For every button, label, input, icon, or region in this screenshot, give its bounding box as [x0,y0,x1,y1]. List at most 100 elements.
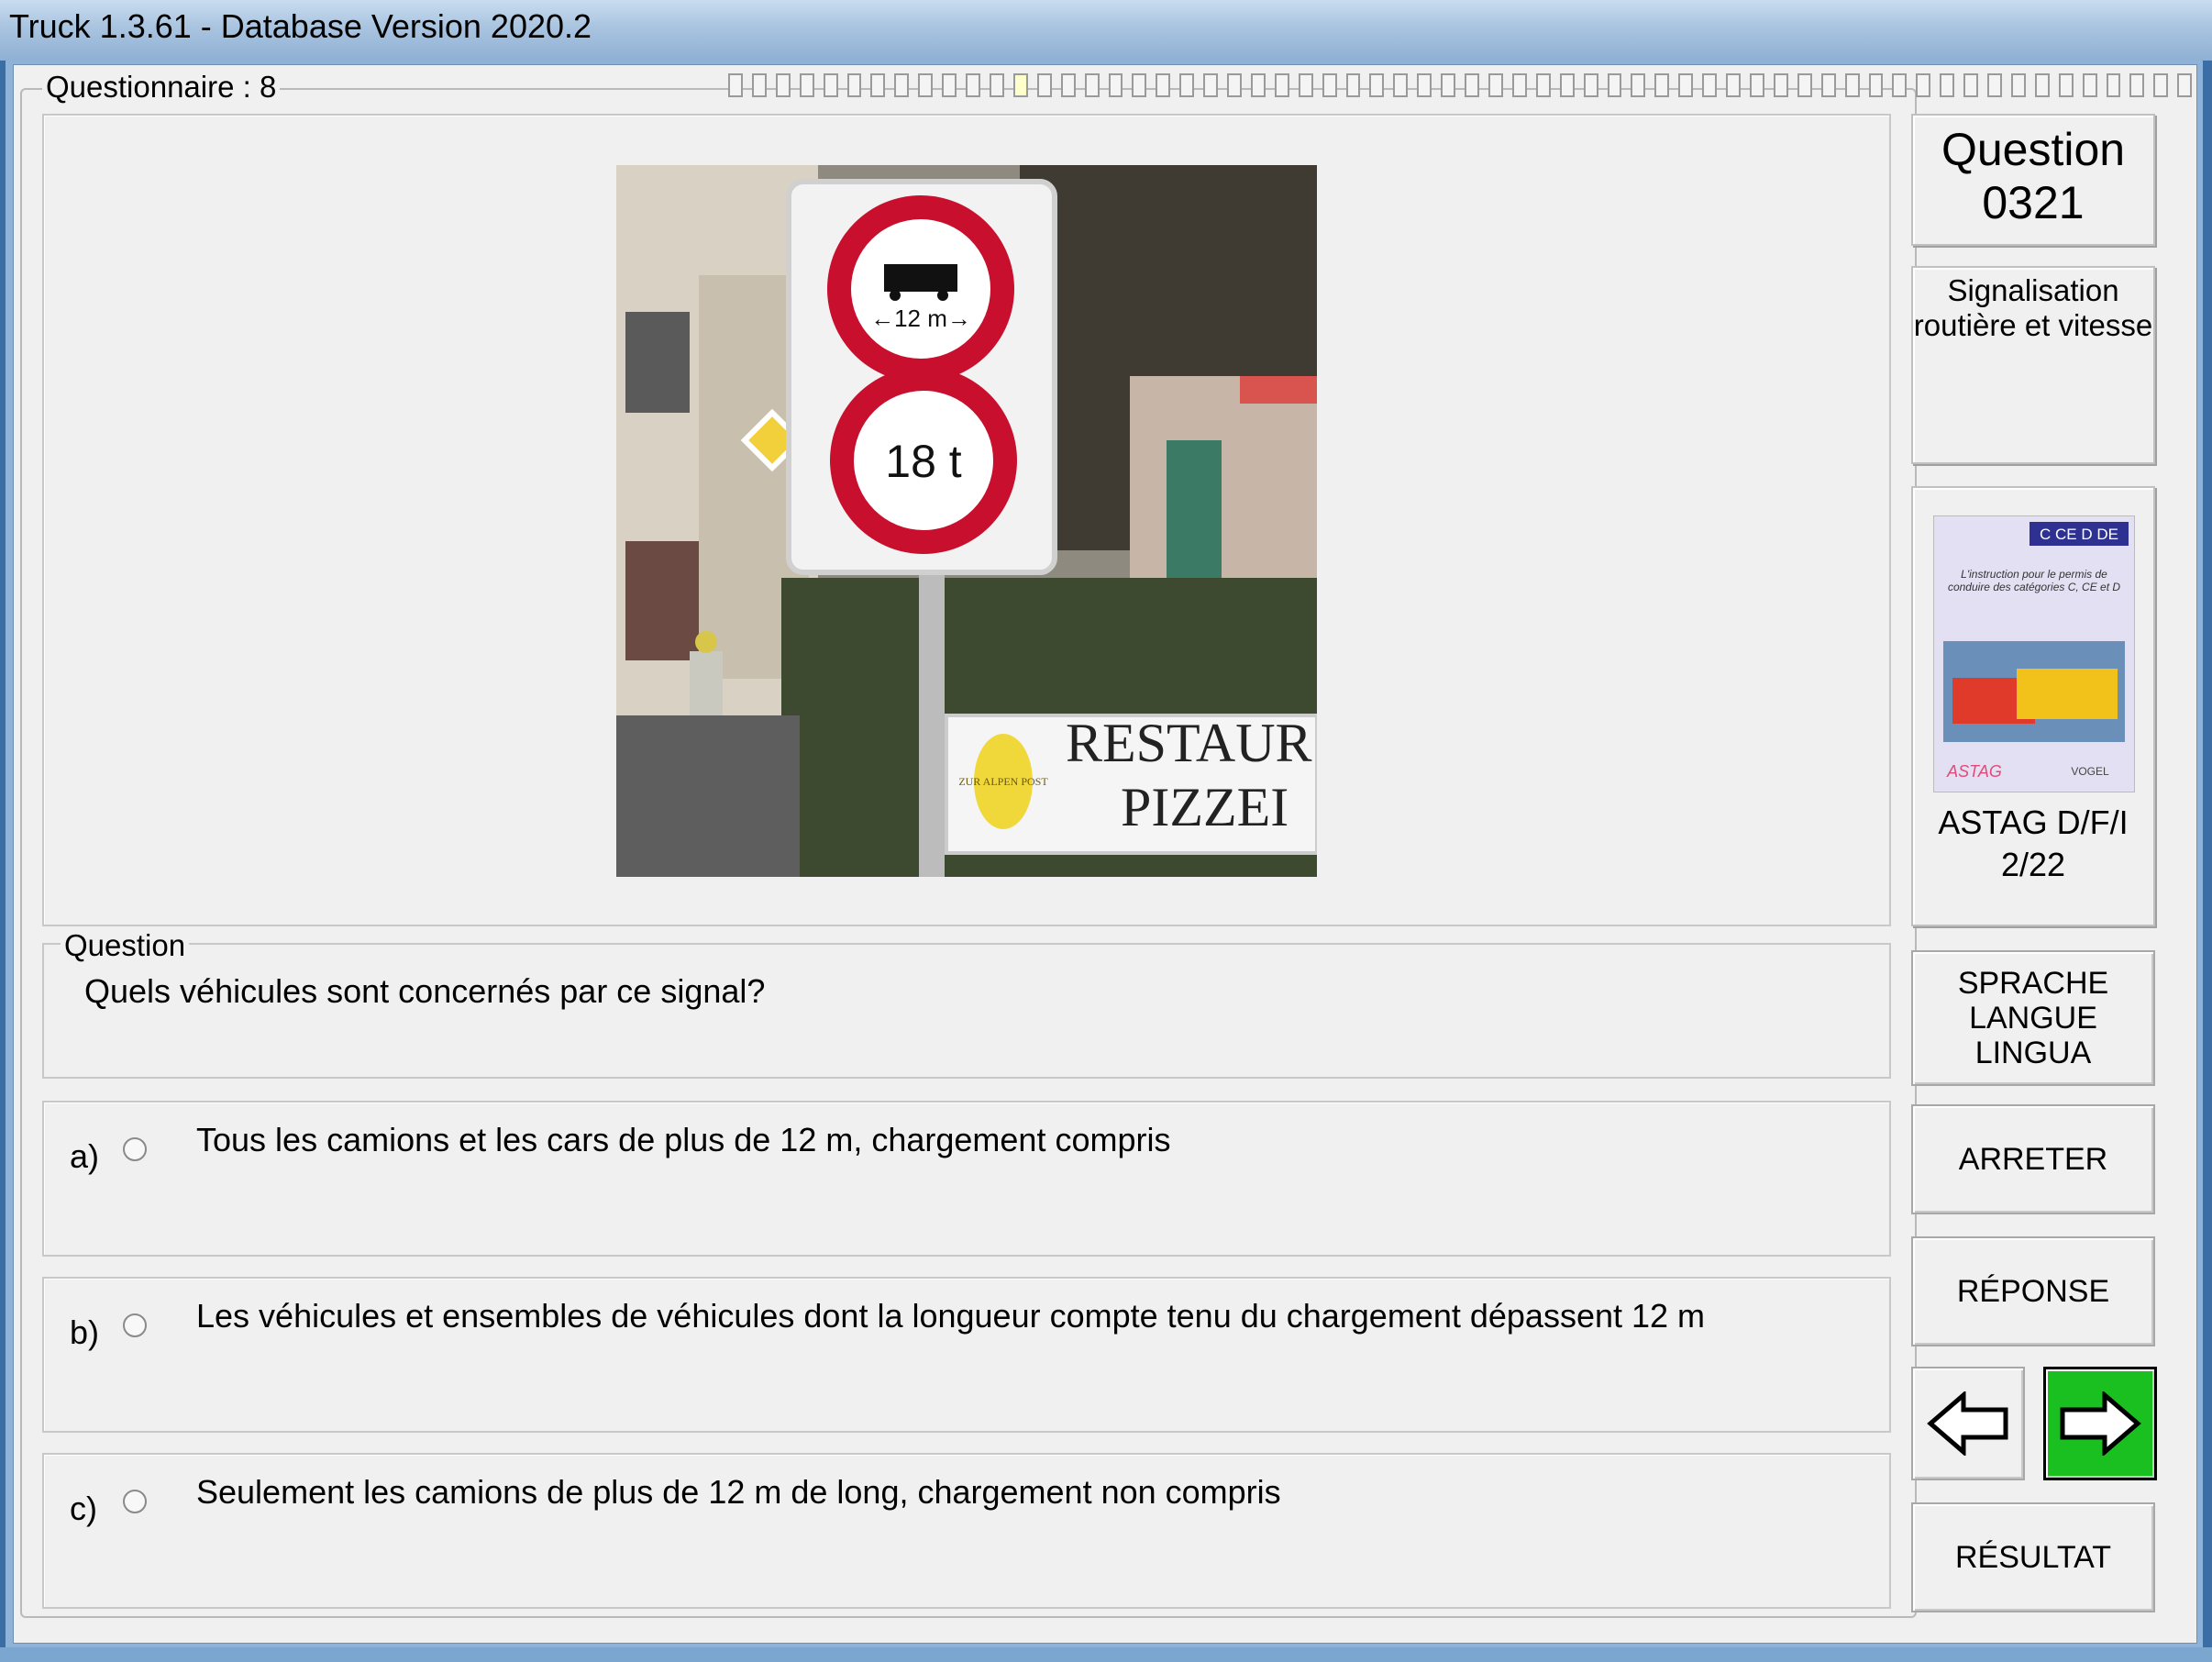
arrow-right-icon [2060,1391,2141,1456]
next-button[interactable] [2043,1367,2157,1480]
question-number-label: Question [1941,124,2126,175]
answer-c-radio[interactable] [123,1490,147,1513]
progress-cell [894,73,910,97]
window-title: Truck 1.3.61 - Database Version 2020.2 [9,7,592,45]
progress-cell [1084,73,1100,97]
progress-cell [1987,73,2002,97]
book-caption-line2: 2/22 [2000,846,2066,883]
arrow-left-icon [1927,1391,2008,1456]
book-box: C CE D DE L'instruction pour le permis d… [1911,486,2155,926]
progress-cell [1726,73,1741,97]
window-bottom-edge [0,1647,2212,1662]
question-text: Quels véhicules sont concernés par ce si… [84,972,766,1010]
cover-badge: C CE D DE [2040,526,2118,543]
answer-text: Tous les camions et les cars de plus de … [196,1121,1171,1158]
progress-cell [799,73,814,97]
progress-cell [1179,73,1195,97]
answer-b[interactable]: b) Les véhicules et ensembles de véhicul… [42,1277,1891,1433]
language-button[interactable]: SPRACHE LANGUE LINGUA [1911,950,2155,1086]
category-line2: routière et vitesse [1913,308,2153,342]
progress-cell [1678,73,1694,97]
progress-cell [1702,73,1718,97]
previous-button[interactable] [1911,1367,2025,1480]
progress-cell [1892,73,1908,97]
progress-cell [1631,73,1646,97]
progress-cell [1036,73,1052,97]
question-panel [42,943,1891,1079]
restaurant-line1: RESTAUR [1066,713,1312,773]
progress-cell [1012,73,1028,97]
question-photo: ←12 m→ 18 t ZUR ALPEN POST RESTAUR PIZZE… [616,165,1317,877]
progress-cell [870,73,886,97]
progress-cell [751,73,767,97]
progress-cell [2010,73,2026,97]
progress-cell [1844,73,1860,97]
progress-cell [2034,73,2050,97]
progress-cell [1108,73,1123,97]
answer-b-radio[interactable] [123,1313,147,1337]
street-sign-photo: ←12 m→ 18 t ZUR ALPEN POST RESTAUR PIZZE… [616,165,1317,877]
progress-cell [1203,73,1219,97]
progress-cell [918,73,934,97]
answer-a[interactable]: a) Tous les camions et les cars de plus … [42,1101,1891,1257]
category-line1: Signalisation [1947,273,2119,307]
publisher-right: VOGEL [2071,765,2109,778]
question-number: 0321 [1982,177,2085,228]
answer-a-radio[interactable] [123,1137,147,1161]
title-bar: Truck 1.3.61 - Database Version 2020.2 [0,0,2212,61]
progress-cell [989,73,1004,97]
result-button[interactable]: RÉSULTAT [1911,1502,2155,1612]
answer-letter: b) [70,1313,100,1351]
progress-cell [1393,73,1409,97]
progress-cell [775,73,791,97]
progress-cell [728,73,743,97]
progress-cell [1797,73,1812,97]
progress-cell [1465,73,1479,97]
progress-cell [1060,73,1076,97]
progress-cell [1916,73,1931,97]
answer-letter: a) [70,1137,100,1175]
progress-cell [1773,73,1788,97]
progress-cell [1583,73,1598,97]
answer-button[interactable]: RÉPONSE [1911,1236,2155,1346]
progress-cell [1298,73,1313,97]
questionnaire-label: Questionnaire : 8 [42,70,281,105]
answer-c[interactable]: c) Seulement les camions de plus de 12 m… [42,1453,1891,1609]
cover-text: L'instruction pour le permis de conduire… [1947,568,2121,593]
progress-cell [942,73,957,97]
progress-cell [1227,73,1242,97]
question-legend: Question [61,928,190,963]
progress-cell [2106,73,2121,97]
restaurant-line2: PIZZEI [1121,777,1288,837]
progress-cell [1559,73,1575,97]
progress-bar [728,73,2193,99]
progress-cell [1369,73,1385,97]
language-label-fr: LANGUE [1969,1001,2097,1036]
progress-cell [1441,73,1456,97]
progress-cell [1274,73,1289,97]
progress-cell [1963,73,1979,97]
book-caption-line1: ASTAG D/F/I [1938,803,2129,841]
progress-cell [1535,73,1551,97]
progress-cell [1250,73,1266,97]
answer-letter: c) [70,1490,97,1527]
category-box: Signalisation routière et vitesse [1911,266,2155,464]
question-number-box: Question 0321 [1911,114,2155,246]
badge-text: ZUR ALPEN POST [958,775,1048,788]
progress-cell [1868,73,1884,97]
progress-cell [1654,73,1670,97]
progress-cell [2177,73,2193,97]
progress-cell [2153,73,2169,97]
progress-cell [1322,73,1337,97]
publisher-left: ASTAG [1946,762,2002,781]
progress-cell [966,73,980,97]
progress-cell [1488,73,1503,97]
progress-cell [846,73,862,97]
progress-cell [1345,73,1361,97]
progress-cell [2058,73,2074,97]
book-cover-image: C CE D DE L'instruction pour le permis d… [1933,515,2135,792]
sign-weight-text: 18 t [885,436,962,487]
stop-button[interactable]: ARRETER [1911,1104,2155,1214]
language-label-de: SPRACHE [1957,966,2109,1001]
sign-length-text: ←12 m→ [870,305,971,332]
